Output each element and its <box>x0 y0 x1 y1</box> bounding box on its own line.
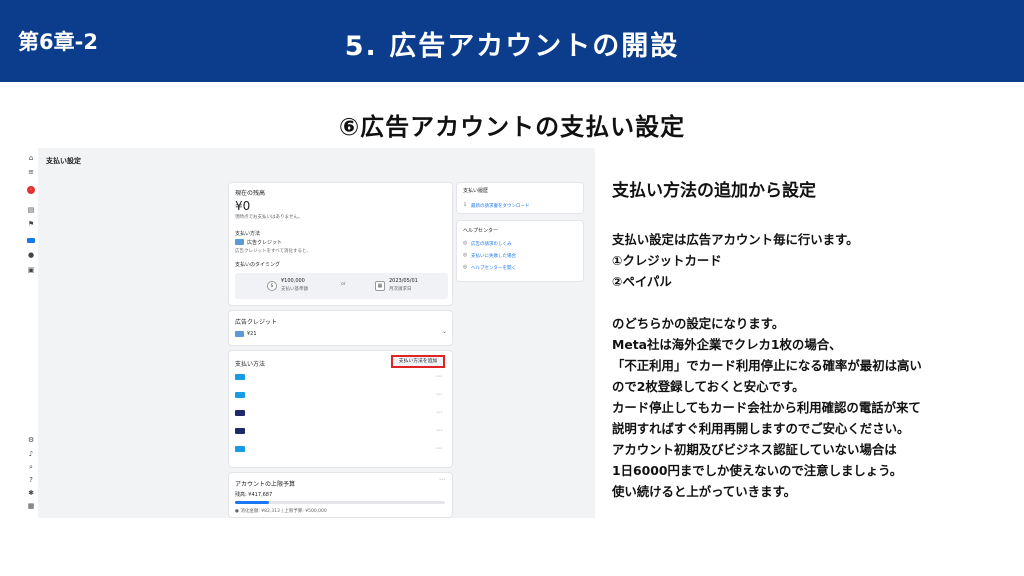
panel-icon[interactable]: ▦ <box>27 502 35 510</box>
balance-note: 現時点でお支払いはありません。 <box>235 215 303 220</box>
balance-heading: 現在の残高 <box>235 190 266 197</box>
help-circle-icon: ◎ <box>463 240 468 246</box>
threshold-label: 支払い基準額 <box>281 287 308 292</box>
screenshot-page-title: 支払い設定 <box>46 157 81 165</box>
more-options-icon[interactable]: ⋯ <box>436 445 442 452</box>
visa-card-icon <box>235 410 245 416</box>
ad-credit-heading: 広告クレジット <box>235 319 278 326</box>
search-icon[interactable]: ⌕ <box>27 463 35 471</box>
method-badge-label: 広告クレジット <box>247 240 283 246</box>
help-center-heading: ヘルプセンター <box>463 228 499 234</box>
limit-remaining: 残高: ¥417,687 <box>235 492 273 498</box>
layers-icon[interactable]: ▤ <box>27 206 35 214</box>
billing-date-label: 月次請求日 <box>389 287 412 292</box>
explanation-line: ので2枚登録しておくと安心です。 <box>612 379 805 394</box>
visa-card-icon <box>235 374 245 380</box>
bug-icon[interactable]: ✱ <box>27 489 35 497</box>
add-payment-method-button[interactable]: 支払い方法を追加 <box>391 355 445 368</box>
explanation-line: 支払い設定は広告アカウント毎に行います。 <box>612 232 859 247</box>
chevron-down-icon[interactable]: ⌄ <box>442 328 447 335</box>
ad-credit-value: ¥21 <box>247 331 257 337</box>
credit-badge-icon <box>235 331 244 337</box>
explanation-line: のどちらかの設定になります。 <box>612 316 785 331</box>
balance-card: 現在の残高 ¥0 現時点でお支払いはありません。 支払い方法 広告クレジット 広… <box>228 182 453 306</box>
credit-badge-icon <box>235 239 244 245</box>
explanation-heading: 支払い方法の追加から設定 <box>612 181 816 201</box>
gear-icon[interactable]: ⚙ <box>27 436 35 444</box>
more-options-icon[interactable]: ⋯ <box>436 427 442 434</box>
timing-box: $ ¥100,000 支払い基準額 or ▦ 2023/05/01 月次請求日 <box>235 273 448 299</box>
payment-history-card: 支払い履歴 ⇩ 最新の請求書をダウンロード <box>456 182 584 214</box>
visa-card-icon <box>235 428 245 434</box>
explanation-line: Meta社は海外企業でクレカ1枚の場合、 <box>612 337 842 352</box>
explanation-line: アカウント初期及びビジネス認証していない場合は <box>612 442 897 457</box>
payment-methods-card: 支払い方法 支払い方法を追加 ⋯ ⋯ ⋯ ⋯ ⋯ <box>228 350 453 468</box>
menu-icon[interactable]: ≡ <box>27 168 35 176</box>
visa-card-icon <box>235 446 245 452</box>
billing-icon[interactable] <box>27 238 35 243</box>
timing-label: 支払いのタイミング <box>235 262 281 268</box>
more-options-icon[interactable]: ⋯ <box>439 476 445 483</box>
help-circle-icon: ◎ <box>463 264 468 270</box>
method-note: 広告クレジットをすべて消化すると、 <box>235 249 311 254</box>
help-link[interactable]: ヘルプセンターを開く <box>471 265 516 271</box>
limit-progress-fill <box>235 501 269 504</box>
help-icon[interactable]: ? <box>27 476 35 484</box>
slide-subtitle: ⑥広告アカウントの支払い設定 <box>338 113 686 141</box>
more-options-icon[interactable]: ⋯ <box>436 409 442 416</box>
or-label: or <box>341 282 346 287</box>
explanation-line: 使い続けると上がっていきます。 <box>612 484 796 499</box>
help-link[interactable]: 支払いに失敗した場合 <box>471 253 516 259</box>
slide-title: 5. 広告アカウントの開設 <box>344 31 680 62</box>
account-avatar-icon[interactable]: ◦ <box>27 186 35 194</box>
calendar-icon: ▦ <box>375 281 385 291</box>
bell-icon[interactable]: ♪ <box>27 450 35 458</box>
explanation-body: 支払い設定は広告アカウント毎に行います。 ①クレジットカード ②ペイパル のどち… <box>612 229 1012 502</box>
billing-date-value: 2023/05/01 <box>389 278 418 284</box>
explanation-line: 「不正利用」でカード利用停止になる確率が最初は高い <box>612 358 922 373</box>
visa-card-icon <box>235 392 245 398</box>
method-label: 支払い方法 <box>235 231 261 237</box>
flag-icon[interactable]: ⚑ <box>27 220 35 228</box>
help-link[interactable]: 広告の請求のしくみ <box>471 241 512 247</box>
help-center-card: ヘルプセンター ◎ 広告の請求のしくみ ◎ 支払いに失敗した場合 ◎ ヘルプセン… <box>456 220 584 282</box>
balance-amount: ¥0 <box>235 199 251 213</box>
limit-progress-bar <box>235 501 445 504</box>
explanation-line <box>612 292 1012 313</box>
explanation-line: カード停止してもカード会社から利用確認の電話が来て <box>612 400 921 415</box>
download-icon: ⇩ <box>463 202 468 208</box>
settings-sub-icon[interactable]: ▣ <box>27 266 35 274</box>
payment-methods-heading: 支払い方法 <box>235 361 266 368</box>
ad-credit-card[interactable]: 広告クレジット ¥21 ⌄ <box>228 310 453 346</box>
help-circle-icon: ◎ <box>463 252 468 258</box>
nav-rail: ⌂ ≡ ◦ ▤ ⚑ ● ▣ ⚙ ♪ ⌕ ? ✱ ▦ <box>24 148 38 518</box>
globe-icon[interactable]: ● <box>27 251 35 259</box>
more-options-icon[interactable]: ⋯ <box>436 373 442 380</box>
home-icon[interactable]: ⌂ <box>27 154 35 162</box>
coin-icon: $ <box>267 281 277 291</box>
download-invoice-link[interactable]: 最新の請求書をダウンロード <box>471 203 530 209</box>
explanation-line: 1日6000円までしか使えないので注意しましょう。 <box>612 463 903 478</box>
explanation-line: 説明すればすぐ利用再開しますのでご安心ください。 <box>612 421 910 436</box>
account-limit-card: アカウントの上限予算 ⋯ 残高: ¥417,687 ● 消化金額: ¥82,31… <box>228 472 453 518</box>
explanation-line: ①クレジットカード <box>612 253 722 268</box>
header-bar: 第6章-2 5. 広告アカウントの開設 <box>0 0 1024 82</box>
payment-history-heading: 支払い履歴 <box>463 188 489 194</box>
more-options-icon[interactable]: ⋯ <box>436 391 442 398</box>
payment-settings-screenshot: ⌂ ≡ ◦ ▤ ⚑ ● ▣ ⚙ ♪ ⌕ ? ✱ ▦ 支払い設定 現在の残高 ¥0… <box>24 148 595 518</box>
limit-footer: ● 消化金額: ¥82,313 | 上限予算: ¥500,000 <box>235 509 327 514</box>
threshold-value: ¥100,000 <box>281 278 305 284</box>
explanation-line: ②ペイパル <box>612 274 672 289</box>
account-limit-heading: アカウントの上限予算 <box>235 481 296 488</box>
